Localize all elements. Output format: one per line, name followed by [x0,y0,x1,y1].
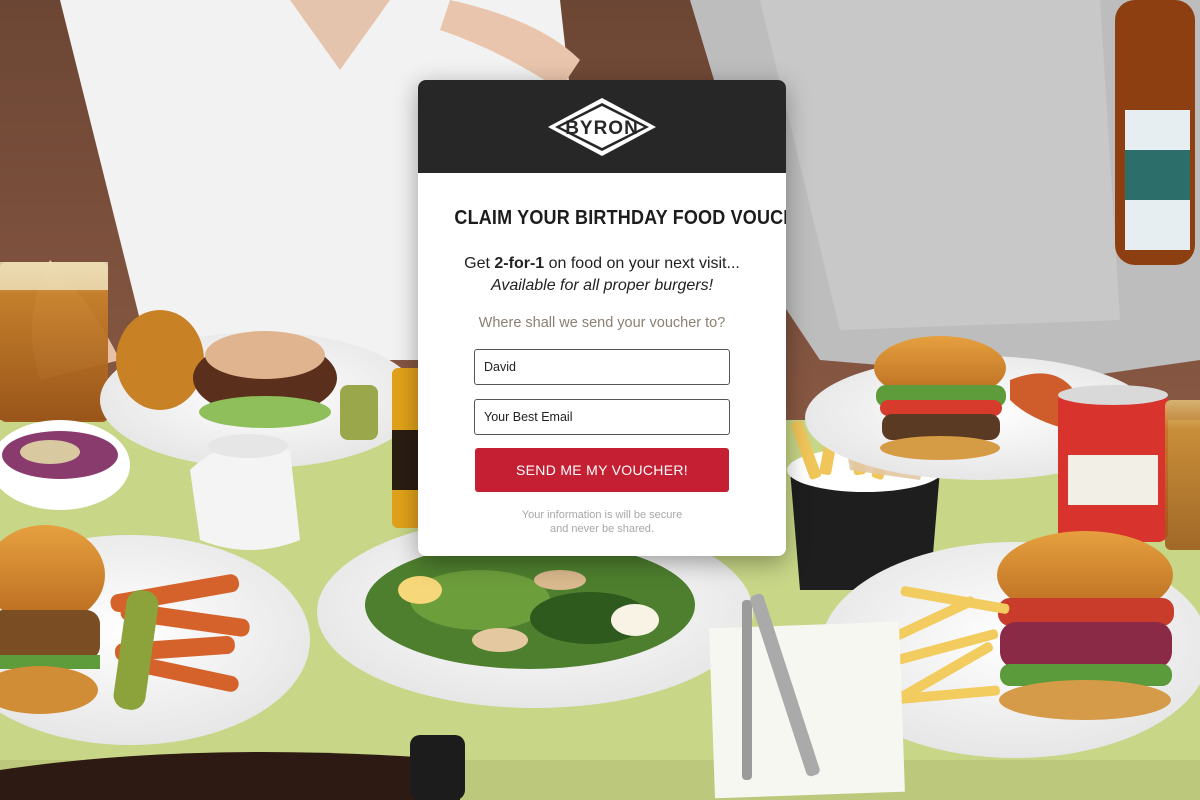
privacy-disclaimer: Your information is will be secure and n… [438,508,766,536]
page: BYRON CLAIM YOUR BIRTHDAY FOOD VOUCHER G… [0,0,1200,800]
offer-prefix: Get [464,255,495,272]
voucher-title: CLAIM YOUR BIRTHDAY FOOD VOUCHER [454,207,786,229]
offer-subtitle: Available for all proper burgers! [490,277,714,294]
send-voucher-button[interactable]: SEND ME MY VOUCHER! [475,448,729,492]
fork [742,600,752,780]
disclaimer-line-1: Your information is will be secure [521,509,683,521]
offer-highlight: 2-for-1 [494,255,545,272]
modal-header: BYRON [418,80,786,173]
disclaimer-line-2: and never be shared. [550,523,654,535]
jug [190,443,300,550]
offer-line: Get 2-for-1 on food on your next visit..… [438,252,766,275]
email-input[interactable] [474,399,730,435]
modal-body: CLAIM YOUR BIRTHDAY FOOD VOUCHER Get 2-f… [418,207,786,536]
form-prompt: Where shall we send your voucher to? [478,315,726,331]
offer-suffix: on food on your next visit... [544,255,740,272]
voucher-modal: BYRON CLAIM YOUR BIRTHDAY FOOD VOUCHER G… [418,80,786,556]
logo-text: BYRON [565,118,639,139]
name-input[interactable] [474,349,730,385]
byron-logo: BYRON [544,94,660,160]
